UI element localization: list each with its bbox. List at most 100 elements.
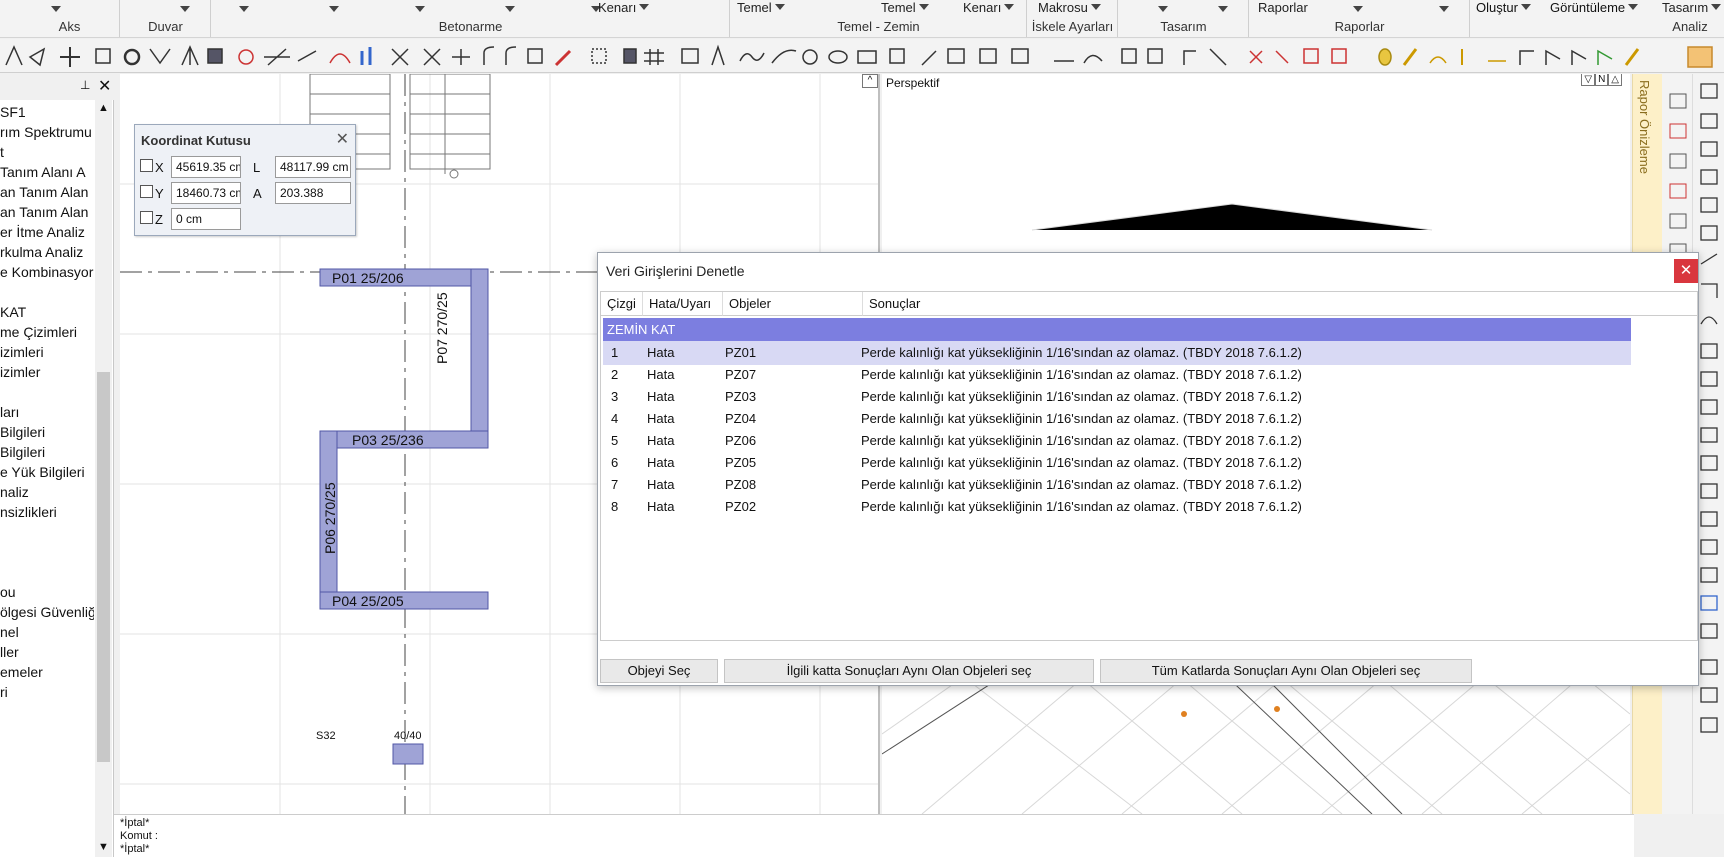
l-field[interactable]: 48117.99 cm (275, 156, 351, 178)
aks-dropdown[interactable] (48, 2, 61, 17)
select-same-floor-button[interactable]: İlgili katta Sonuçları Aynı Olan Objeler… (724, 659, 1094, 683)
maximize-icon[interactable]: ^ (862, 74, 878, 88)
makrosu-button[interactable]: Makrosu (1038, 0, 1101, 15)
layout-icon (1669, 93, 1687, 109)
cell-type: Hata (647, 477, 675, 492)
x-field[interactable]: 45619.35 cm (171, 156, 241, 178)
dropdown[interactable] (1350, 2, 1363, 17)
scroll-down-icon[interactable]: ▼ (98, 841, 109, 853)
a-field[interactable]: 203.388 (275, 182, 351, 204)
dropdown[interactable] (1215, 2, 1228, 17)
ribbon-group-label: Raporlar (1334, 19, 1385, 34)
tree-item[interactable]: ölgesi Güvenliğ (0, 604, 94, 620)
left-scrollbar[interactable]: ▲ ▼ (95, 100, 112, 857)
cell-line: 5 (611, 433, 619, 448)
close-icon[interactable]: ✕ (336, 129, 349, 149)
tree-item[interactable]: e Kombinasyor (0, 264, 94, 280)
group-row-zemin-kat[interactable]: ZEMİN KAT (603, 318, 1631, 341)
tree-item[interactable]: izimleri (0, 344, 94, 360)
command-prompt[interactable]: Komut : (120, 830, 158, 842)
scroll-up-icon[interactable]: ▲ (98, 102, 109, 114)
results-grid: Çizgi Hata/Uyarı Objeler Sonuçlar ZEMİN … (600, 291, 1698, 641)
column-header-hata[interactable]: Hata/Uyarı (643, 292, 723, 316)
duvar-dropdown[interactable] (177, 2, 190, 17)
tool4-icon (1669, 213, 1687, 229)
z-lock-checkbox[interactable] (140, 211, 153, 224)
table-row[interactable]: 8 Hata PZ02 Perde kalınlığı kat yüksekliğin… (603, 495, 1631, 519)
ribbon-group-label: Betonarme (438, 19, 503, 34)
column-header-objeler[interactable]: Objeler (723, 292, 863, 316)
table-row[interactable]: 4 Hata PZ04 Perde kalınlığı kat yüksekliğin… (603, 407, 1631, 431)
close-icon[interactable]: ✕ (1674, 259, 1698, 283)
table-row[interactable]: 6 Hata PZ05 Perde kalınlığı kat yüksekliğin… (603, 451, 1631, 475)
cell-result: Perde kalınlığı kat yüksekliğinin 1/16's… (861, 499, 1302, 514)
dropdown[interactable] (1436, 2, 1449, 17)
tree-item[interactable]: ou (0, 584, 94, 600)
pin-icon[interactable]: ⊥ (80, 78, 90, 92)
ribbon-group-analiz: Tasarım Analiz (1656, 0, 1724, 37)
select-all-floors-button[interactable]: Tüm Katlarda Sonuçları Aynı Olan Objeler… (1100, 659, 1472, 683)
tree-item[interactable]: er İtme Analiz (0, 224, 94, 240)
wall-label-p03: P03 25/236 (352, 432, 424, 448)
dropdown[interactable] (502, 2, 515, 17)
kenari-button[interactable]: Kenarı (598, 0, 650, 15)
tree-item[interactable]: e Yük Bilgileri (0, 464, 94, 480)
tree-item[interactable]: an Tanım Alan (0, 204, 94, 220)
tree-item[interactable]: ri (0, 684, 94, 700)
tree-item[interactable]: emeler (0, 664, 94, 680)
trim-icon (264, 48, 290, 66)
grid-icon (644, 49, 664, 65)
kenari-button-2[interactable]: Kenarı (963, 0, 1015, 15)
tree-item[interactable]: t (0, 144, 94, 160)
tree-item[interactable]: an Tanım Alan (0, 184, 94, 200)
active-tool-icon (1687, 46, 1713, 68)
tree-item[interactable]: nsizlikleri (0, 504, 94, 520)
table-row[interactable]: 7 Hata PZ08 Perde kalınlığı kat yüksekliğin… (603, 473, 1631, 497)
dropdown[interactable] (412, 2, 425, 17)
z-field[interactable]: 0 cm (171, 208, 241, 230)
tree-item[interactable]: nel (0, 624, 94, 640)
view-icon (1083, 54, 1103, 64)
tree-item[interactable]: me Çizimleri (0, 324, 94, 340)
select-object-button[interactable]: Objeyi Seç (600, 659, 718, 683)
scroll-thumb[interactable] (97, 372, 110, 762)
column-size-s32: 40/40 (394, 730, 422, 742)
tree-item[interactable]: izimler (0, 364, 94, 380)
temel-button[interactable]: Temel (737, 0, 785, 15)
column-header-cizgi[interactable]: Çizgi (601, 292, 643, 316)
table-row[interactable]: 3 Hata PZ03 Perde kalınlığı kat yüksekliğin… (603, 385, 1631, 409)
tree-item[interactable]: ları (0, 404, 94, 420)
cell-object: PZ08 (725, 477, 757, 492)
dropdown[interactable] (236, 2, 249, 17)
tree-item[interactable]: naliz (0, 484, 94, 500)
table-row[interactable]: 2 Hata PZ07 Perde kalınlığı kat yüksekliğin… (603, 363, 1631, 387)
tree-item[interactable]: KAT (0, 304, 94, 320)
dropdown[interactable] (1155, 2, 1168, 17)
table-row[interactable]: 1 Hata PZ01 Perde kalınlığı kat yüksekliğin… (603, 341, 1631, 365)
tasarim-button[interactable]: Tasarım (1662, 0, 1722, 15)
hatch-icon (889, 48, 905, 64)
tree-item[interactable]: rkulma Analiz (0, 244, 94, 260)
dropdown[interactable] (326, 2, 339, 17)
dim-icon (921, 50, 937, 66)
table-row[interactable]: 5 Hata PZ06 Perde kalınlığı kat yüksekliğin… (603, 429, 1631, 453)
command-area[interactable]: *İptal* Komut : *İptal* (114, 814, 1634, 857)
tree-item[interactable]: Tanım Alanı A (0, 164, 94, 180)
pencil-icon (554, 49, 572, 67)
goruntuleme-button[interactable]: Görüntüleme (1550, 0, 1639, 15)
cross-icon (391, 48, 409, 66)
tree-item[interactable]: Bilgileri (0, 424, 94, 440)
tree-item[interactable]: Bilgileri (0, 444, 94, 460)
tree-item[interactable]: ller (0, 644, 94, 660)
x-lock-checkbox[interactable] (140, 159, 153, 172)
tool3-icon (1669, 183, 1687, 199)
tree-item[interactable]: rım Spektrumu (0, 124, 94, 140)
olustur-button[interactable]: Oluştur (1476, 0, 1531, 15)
temel-button-2[interactable]: Temel (881, 0, 929, 15)
tree-item[interactable]: SF1 (0, 104, 94, 120)
y-field[interactable]: 18460.73 cm (171, 182, 241, 204)
column-header-sonuclar[interactable]: Sonuçlar (863, 292, 1697, 316)
y-lock-checkbox[interactable] (140, 185, 153, 198)
raporlar-button[interactable]: Raporlar (1258, 0, 1308, 15)
close-icon[interactable]: ✕ (98, 76, 111, 96)
